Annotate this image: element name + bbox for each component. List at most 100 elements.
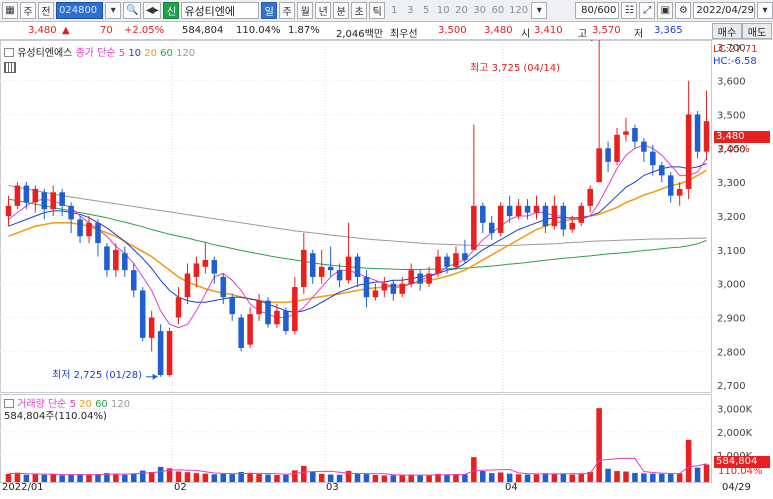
candle-body: [345, 256, 352, 281]
volume-bar: [309, 471, 316, 482]
save-icon[interactable]: ▣: [657, 2, 674, 19]
toolbar: ▦ 주 전 024800 ▾ 🔍 ◀▸ 신 유성티엔에 일 주 월 년 분 초 …: [0, 0, 773, 22]
period-tab-tick[interactable]: 틱: [369, 2, 386, 19]
price-tick-label: 2,800: [717, 347, 746, 358]
candle-body: [68, 205, 74, 220]
candle-body: [104, 246, 110, 271]
candle-body: [659, 165, 665, 176]
period-tab-day[interactable]: 일: [261, 2, 278, 19]
calendar-dropdown-icon[interactable]: ▾: [757, 2, 773, 19]
period-tab-second[interactable]: 초: [351, 2, 368, 19]
interval-1[interactable]: 1: [387, 2, 401, 19]
last-change-tag: 2.05%: [718, 144, 750, 155]
quote-bar: 3,480 ▲ 70 +2.05% 584,804 110.04% 1.87% …: [0, 22, 773, 40]
stock-code-input[interactable]: 024800: [56, 2, 104, 19]
interval-120[interactable]: 120: [508, 2, 529, 19]
volume-bar: [578, 473, 585, 482]
open-price: 3,410: [534, 25, 563, 36]
grid-toggle-icon[interactable]: [4, 62, 16, 73]
candle-body: [569, 222, 576, 230]
volume-bar: [596, 408, 602, 482]
open-label: 시: [521, 29, 531, 40]
volume-bar: [292, 470, 298, 482]
up-arrow-icon: ▲: [62, 25, 70, 36]
buy-button[interactable]: 매수: [712, 23, 742, 39]
stock-name-field[interactable]: 유성티엔에: [181, 2, 260, 19]
chart-grid-icon[interactable]: ▦: [2, 2, 18, 19]
date-input[interactable]: 2022/04/29: [693, 2, 755, 19]
candle-body: [533, 205, 540, 213]
volume-bar: [256, 474, 262, 482]
ask-price: 3,500: [438, 25, 467, 36]
volume-bar: [5, 473, 12, 482]
change-value: 70: [100, 25, 113, 36]
volume-bar: [623, 471, 629, 482]
candle-body: [14, 185, 21, 206]
period-tab-week[interactable]: 주: [279, 2, 296, 19]
period-tab-year[interactable]: 년: [315, 2, 332, 19]
volume-bar: [59, 475, 65, 482]
candle-body: [605, 148, 611, 162]
code-dropdown-icon[interactable]: ▾: [105, 2, 122, 19]
candle-body: [238, 317, 244, 348]
volume-bar: [32, 474, 39, 482]
candle-body: [488, 222, 495, 233]
interval-20[interactable]: 20: [453, 2, 469, 19]
legend-box-icon[interactable]: [4, 48, 14, 57]
candle-body: [694, 114, 701, 152]
candle-body: [256, 300, 262, 315]
candle-body: [381, 283, 388, 291]
volume-bar: [676, 473, 683, 482]
low-label: 저: [634, 29, 644, 40]
volume-bar: [650, 473, 656, 482]
x-label-end: 04/29: [722, 482, 751, 493]
candle-body: [426, 273, 432, 284]
candle-body: [139, 290, 146, 338]
price-tick-label: 3,100: [717, 246, 746, 257]
period-tab-minute[interactable]: 분: [333, 2, 350, 19]
candle-body: [184, 273, 191, 298]
speaker-icon[interactable]: ◀▸: [143, 2, 162, 19]
market-badge: 신: [163, 2, 180, 19]
candle-body: [113, 249, 119, 271]
volume-bar: [641, 473, 647, 482]
interval-3[interactable]: 3: [403, 2, 417, 19]
price-volume-chart[interactable]: 2,7002,8002,9003,0003,1003,2003,3003,400…: [0, 40, 773, 499]
candle-body: [122, 253, 128, 271]
last-price-tag: 3,480: [714, 131, 770, 143]
volume-bar: [327, 474, 334, 482]
search-icon[interactable]: 🔍: [123, 2, 142, 19]
scope-button[interactable]: 전: [38, 2, 54, 19]
interval-5[interactable]: 5: [419, 2, 433, 19]
candle-body: [95, 222, 101, 244]
candle-body: [274, 310, 280, 325]
candle-body: [5, 205, 12, 216]
legend-ma10: 10: [128, 48, 142, 59]
price-legend: 유성티엔에스 종가 단순 5 10 20 60 120: [4, 44, 195, 59]
candle-body: [363, 276, 370, 298]
gear-icon[interactable]: ⚙: [675, 2, 692, 19]
volume-bar: [157, 466, 164, 482]
chart-type-icon[interactable]: ⤢: [639, 2, 656, 19]
volume-bar: [41, 474, 48, 482]
candle-body: [667, 175, 674, 196]
settings-list-icon[interactable]: ☷: [621, 2, 638, 19]
price-panel-frame: [0, 40, 712, 393]
candle-body: [515, 205, 522, 216]
candle-body: [59, 192, 65, 206]
period-tab-month[interactable]: 월: [297, 2, 314, 19]
last-volume-pct: 110.04%: [718, 466, 763, 477]
candle-body: [247, 314, 253, 345]
candle-body: [23, 185, 30, 203]
data-count-input[interactable]: 80/600: [575, 2, 620, 19]
sell-button[interactable]: 매도: [742, 23, 772, 39]
candle-body: [283, 310, 289, 332]
trade-amount: 2,046백만: [336, 29, 384, 40]
interval-60[interactable]: 60: [490, 2, 506, 19]
market-filter-button[interactable]: 주: [20, 2, 36, 19]
interval-30[interactable]: 30: [472, 2, 488, 19]
interval-10[interactable]: 10: [435, 2, 451, 19]
volume-bar: [130, 473, 137, 482]
interval-dropdown-icon[interactable]: ▾: [531, 2, 548, 19]
volume-bar: [551, 473, 558, 482]
